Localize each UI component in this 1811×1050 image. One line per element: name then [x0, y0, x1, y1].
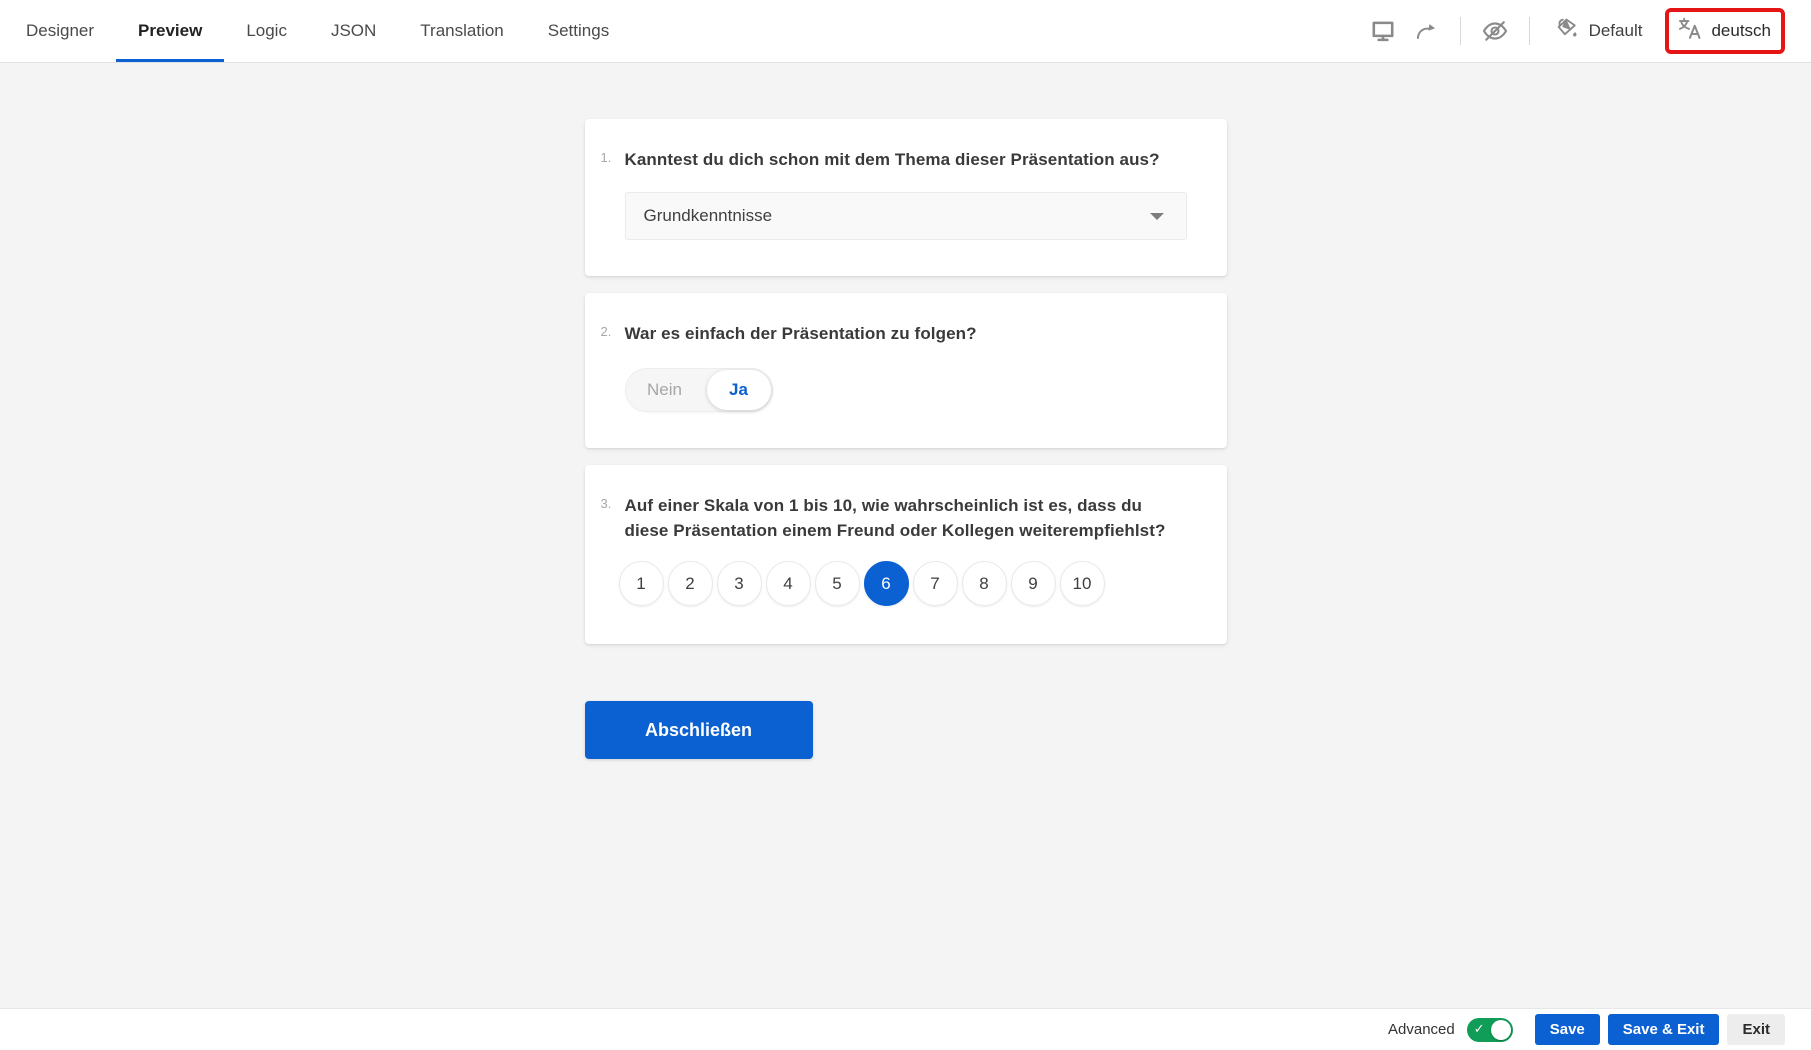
- language-selector-label: deutsch: [1711, 21, 1771, 41]
- advanced-toggle-label: Advanced: [1388, 1021, 1455, 1038]
- creator-tabs: Designer Preview Logic JSON Translation …: [0, 0, 631, 62]
- question-1-title-row: 1. Kanntest du dich schon mit dem Thema …: [625, 147, 1187, 172]
- dropdown-selected-value: Grundkenntnisse: [644, 206, 773, 226]
- question-3-rating-scale: 1 2 3 4 5 6 7 8 9 10: [619, 561, 1187, 606]
- tab-translation[interactable]: Translation: [398, 0, 525, 62]
- question-1-dropdown[interactable]: Grundkenntnisse: [625, 192, 1187, 240]
- question-3-title: Auf einer Skala von 1 bis 10, wie wahrsc…: [625, 493, 1187, 543]
- complete-survey-button[interactable]: Abschließen: [585, 701, 813, 759]
- device-preview-button[interactable]: [1368, 16, 1398, 46]
- tab-designer[interactable]: Designer: [4, 0, 116, 62]
- rating-item-2[interactable]: 2: [668, 561, 713, 606]
- chevron-down-icon: [1150, 213, 1164, 220]
- toolbar-divider: [1460, 17, 1461, 45]
- device-preview-icon: [1370, 18, 1396, 44]
- tab-settings[interactable]: Settings: [526, 0, 631, 62]
- toolbar-divider: [1529, 17, 1530, 45]
- rating-item-10[interactable]: 10: [1060, 561, 1105, 606]
- exit-button[interactable]: Exit: [1727, 1014, 1785, 1045]
- rating-item-1[interactable]: 1: [619, 561, 664, 606]
- language-icon: [1677, 16, 1702, 46]
- question-1-title: Kanntest du dich schon mit dem Thema die…: [625, 147, 1160, 172]
- question-2-boolean-toggle[interactable]: Nein Ja: [625, 368, 773, 412]
- checkmark-icon: ✓: [1474, 1021, 1485, 1037]
- tab-json[interactable]: JSON: [309, 0, 398, 62]
- language-selector-button[interactable]: deutsch: [1675, 14, 1773, 48]
- theme-selector-label: Default: [1589, 21, 1643, 41]
- rating-item-4[interactable]: 4: [766, 561, 811, 606]
- rating-item-3[interactable]: 3: [717, 561, 762, 606]
- hide-invisible-elements-button[interactable]: [1480, 16, 1510, 46]
- rating-item-5[interactable]: 5: [815, 561, 860, 606]
- question-1-number: 1.: [601, 150, 612, 165]
- redo-icon: [1413, 18, 1439, 44]
- creator-footer-bar: Advanced ✓ Save Save & Exit Exit: [0, 1008, 1811, 1050]
- toggle-knob: [1491, 1020, 1511, 1040]
- rating-item-9[interactable]: 9: [1011, 561, 1056, 606]
- annotation-highlight-red-box: deutsch: [1665, 8, 1785, 54]
- boolean-option-ja-selected[interactable]: Ja: [707, 370, 771, 410]
- question-card-2: 2. War es einfach der Präsentation zu fo…: [585, 293, 1227, 448]
- question-card-1: 1. Kanntest du dich schon mit dem Thema …: [585, 119, 1227, 276]
- question-2-title: War es einfach der Präsentation zu folge…: [625, 321, 977, 346]
- question-3-title-row: 3. Auf einer Skala von 1 bis 10, wie wah…: [625, 493, 1187, 543]
- boolean-option-nein[interactable]: Nein: [625, 380, 705, 400]
- hide-invisible-elements-icon: [1481, 17, 1509, 45]
- tab-logic[interactable]: Logic: [224, 0, 309, 62]
- save-button[interactable]: Save: [1535, 1014, 1600, 1045]
- question-2-number: 2.: [601, 324, 612, 339]
- redo-button[interactable]: [1411, 16, 1441, 46]
- rating-item-7[interactable]: 7: [913, 561, 958, 606]
- rating-item-8[interactable]: 8: [962, 561, 1007, 606]
- theme-selector-button[interactable]: Default: [1549, 12, 1649, 50]
- question-card-3: 3. Auf einer Skala von 1 bis 10, wie wah…: [585, 465, 1227, 644]
- advanced-toggle-switch[interactable]: ✓: [1467, 1018, 1513, 1042]
- save-and-exit-button[interactable]: Save & Exit: [1608, 1014, 1720, 1045]
- tab-preview[interactable]: Preview: [116, 0, 224, 62]
- theme-paint-icon: [1555, 16, 1580, 46]
- question-2-title-row: 2. War es einfach der Präsentation zu fo…: [625, 321, 1187, 346]
- rating-item-6-selected[interactable]: 6: [864, 561, 909, 606]
- preview-toolbar: Default deutsch: [1368, 0, 1785, 62]
- question-3-number: 3.: [601, 496, 612, 511]
- creator-tab-bar: Designer Preview Logic JSON Translation …: [0, 0, 1811, 63]
- survey-preview-area: 1. Kanntest du dich schon mit dem Thema …: [0, 63, 1811, 1008]
- survey-column: 1. Kanntest du dich schon mit dem Thema …: [585, 63, 1227, 759]
